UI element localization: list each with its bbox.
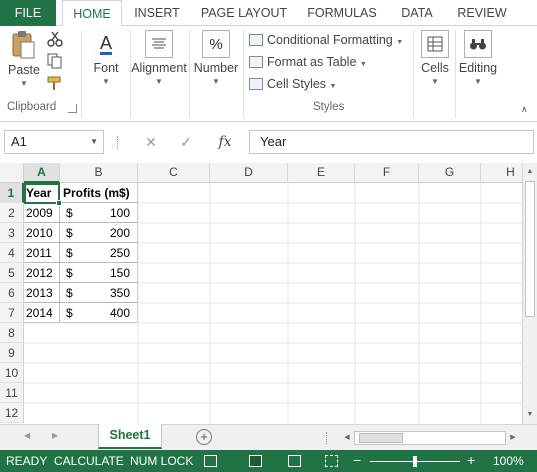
paste-label: Paste	[8, 63, 40, 77]
enter-icon[interactable]: ✓	[175, 130, 197, 154]
normal-view-icon[interactable]	[249, 455, 262, 467]
horizontal-scrollbar[interactable]: ◀ ▶	[340, 431, 520, 445]
chevron-down-icon: ▼	[396, 39, 404, 46]
status-bar: READY CALCULATE NUM LOCK − + 100%	[0, 450, 537, 472]
worksheet-grid[interactable]: A B C D E F G H 1 2 3 4 5 6 7 8 9 10 11 …	[0, 163, 522, 424]
conditional-formatting-button[interactable]: Conditional Formatting ▼	[249, 30, 403, 50]
chevron-down-icon: ▼	[431, 77, 439, 86]
editing-label: Editing	[458, 61, 498, 75]
formula-input[interactable]: Year	[249, 130, 534, 154]
tab-data[interactable]: DATA	[393, 0, 441, 26]
copy-icon[interactable]	[46, 52, 64, 70]
zoom-level[interactable]: 100%	[493, 454, 524, 468]
fill-handle[interactable]	[56, 200, 62, 206]
align-icon	[145, 30, 173, 58]
cells-button[interactable]: Cells ▼	[417, 30, 453, 86]
clipboard-group-label: Clipboard	[7, 101, 57, 113]
status-num-lock: NUM LOCK	[130, 454, 194, 468]
scroll-up-icon[interactable]: ▲	[523, 165, 537, 179]
chevron-down-icon: ▼	[155, 77, 163, 86]
chevron-down-icon: ▼	[359, 61, 367, 68]
scroll-left-icon[interactable]: ◀	[340, 431, 354, 445]
number-button[interactable]: % Number ▼	[192, 30, 240, 86]
chevron-down-icon[interactable]: ▼	[90, 131, 98, 153]
divider	[189, 30, 190, 118]
status-ready: READY	[6, 454, 48, 468]
tab-review[interactable]: REVIEW	[452, 0, 512, 26]
paste-icon	[11, 30, 37, 60]
collapse-ribbon-icon[interactable]: ∧	[521, 104, 528, 115]
page-layout-view-icon[interactable]	[288, 455, 301, 467]
alignment-button[interactable]: Alignment ▼	[131, 30, 187, 86]
chevron-down-icon: ▼	[474, 77, 482, 86]
page-break-view-icon[interactable]	[325, 455, 338, 467]
cells-icon	[421, 30, 449, 58]
table-icon	[249, 56, 263, 68]
scroll-right-icon[interactable]: ▶	[506, 431, 520, 445]
editing-button[interactable]: Editing ▼	[458, 30, 498, 86]
scroll-down-icon[interactable]: ▼	[523, 408, 537, 422]
tab-formulas[interactable]: FORMULAS	[302, 0, 382, 26]
divider	[81, 30, 82, 118]
cell-styles-button[interactable]: Cell Styles ▼	[249, 74, 336, 94]
tab-split-grip-icon[interactable]	[326, 432, 329, 444]
sheet-prev-icon[interactable]: ◀	[24, 431, 30, 440]
tab-file[interactable]: FILE	[0, 0, 56, 26]
cells-label: Cells	[421, 61, 449, 75]
divider	[243, 30, 244, 118]
horizontal-scroll-thumb[interactable]	[359, 433, 403, 443]
vertical-scroll-thumb[interactable]	[525, 181, 535, 317]
format-as-table-label: Format as Table	[267, 55, 357, 69]
font-button[interactable]: A Font ▼	[88, 30, 124, 86]
zoom-slider-thumb[interactable]	[413, 456, 417, 467]
status-calculate[interactable]: CALCULATE	[54, 454, 124, 468]
formula-bar-grip-icon	[117, 136, 120, 148]
font-icon: A	[92, 30, 120, 58]
zoom-out-button[interactable]: −	[353, 452, 361, 468]
divider	[455, 30, 456, 118]
name-box[interactable]: A1 ▼	[4, 130, 104, 154]
styles-group-label: Styles	[313, 101, 345, 113]
conditional-formatting-label: Conditional Formatting	[267, 33, 393, 47]
number-label: Number	[193, 61, 239, 75]
chevron-down-icon: ▼	[20, 79, 28, 88]
ribbon-home: Paste ▼ Clipboard A Font ▼ Alignment ▼ %…	[0, 26, 537, 122]
cut-icon[interactable]	[46, 30, 64, 48]
format-as-table-button[interactable]: Format as Table ▼	[249, 52, 367, 72]
gridlines	[24, 183, 522, 424]
binoculars-icon	[464, 30, 492, 58]
chevron-down-icon: ▼	[212, 77, 220, 86]
percent-icon: %	[202, 30, 230, 58]
conditional-formatting-icon	[249, 34, 263, 46]
cell-styles-icon	[249, 78, 263, 90]
divider	[413, 30, 414, 118]
tab-insert[interactable]: INSERT	[128, 0, 186, 26]
vertical-scrollbar[interactable]: ▲ ▼	[522, 163, 537, 424]
paste-button[interactable]: Paste ▼	[6, 30, 42, 88]
tab-page-layout[interactable]: PAGE LAYOUT	[198, 0, 290, 26]
sheet-tab-bar: ◀ ▶ Sheet1 + ◀ ▶	[0, 424, 537, 450]
cancel-icon[interactable]: ✕	[140, 130, 162, 154]
horizontal-scroll-track[interactable]	[354, 431, 506, 445]
ribbon-tabs: FILE HOME INSERT PAGE LAYOUT FORMULAS DA…	[0, 0, 537, 27]
tab-home[interactable]: HOME	[62, 0, 122, 27]
sheet-tab-sheet1[interactable]: Sheet1	[98, 424, 162, 449]
insert-function-icon[interactable]: fx	[212, 130, 238, 154]
formula-bar: A1 ▼ ✕ ✓ fx Year	[0, 122, 537, 162]
macro-record-icon[interactable]	[204, 455, 217, 467]
format-painter-icon[interactable]	[46, 74, 64, 92]
sheet-next-icon[interactable]: ▶	[52, 431, 58, 440]
add-sheet-icon[interactable]: +	[196, 429, 212, 445]
alignment-label: Alignment	[131, 61, 187, 75]
font-label: Font	[93, 61, 119, 75]
zoom-in-button[interactable]: +	[467, 452, 475, 468]
cell-styles-label: Cell Styles	[267, 77, 327, 91]
name-box-value: A1	[11, 134, 27, 149]
chevron-down-icon: ▼	[102, 77, 110, 86]
clipboard-launcher-icon[interactable]	[68, 104, 77, 113]
chevron-down-icon: ▼	[329, 83, 337, 90]
